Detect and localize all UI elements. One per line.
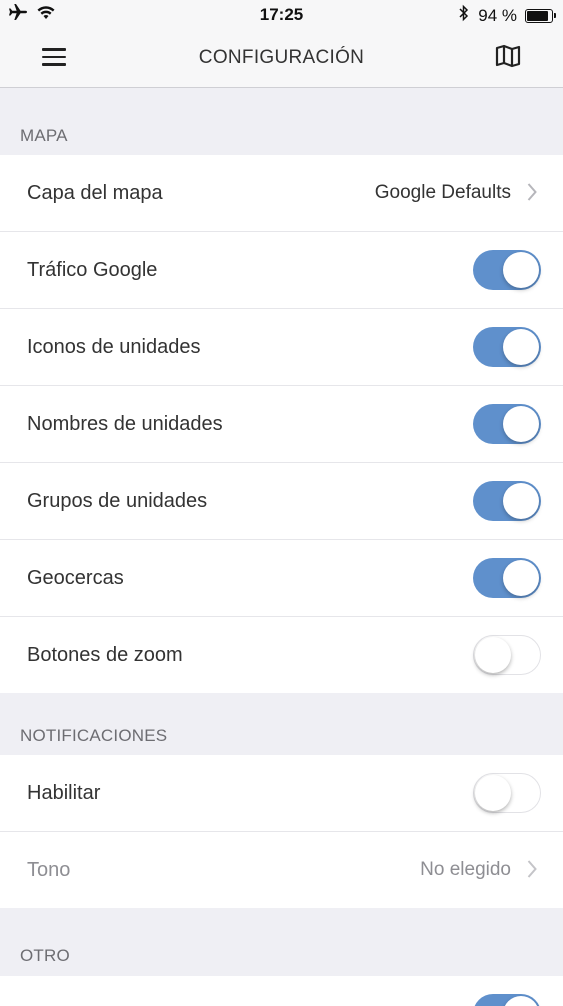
group-otro [0,976,563,1006]
row-unit-groups: Grupos de unidades [0,463,563,540]
unit-icons-label: Iconos de unidades [27,335,201,358]
navigation-bar: CONFIGURACIÓN [0,30,563,88]
geofences-toggle[interactable] [473,558,541,598]
unit-names-label: Nombres de unidades [27,412,223,435]
row-map-layer[interactable]: Capa del mapa Google Defaults [0,155,563,232]
bluetooth-icon [458,4,470,27]
chevron-right-icon [527,859,537,884]
group-mapa: Capa del mapa Google Defaults Tráfico Go… [0,155,563,693]
tone-label: Tono [27,858,71,881]
page-title: CONFIGURACIÓN [198,47,365,68]
battery-icon [525,8,556,23]
enable-label: Habilitar [27,781,101,804]
battery-text: 94 % [478,5,517,25]
unit-icons-toggle[interactable] [473,327,541,367]
group-notificaciones: Habilitar Tono No elegido [0,755,563,908]
zoom-buttons-toggle[interactable] [473,635,541,675]
row-tone[interactable]: Tono No elegido [0,832,563,908]
row-traffic: Tráfico Google [0,232,563,309]
map-icon[interactable] [495,44,521,73]
row-unit-icons: Iconos de unidades [0,309,563,386]
unit-groups-label: Grupos de unidades [27,489,208,512]
row-zoom-buttons: Botones de zoom [0,617,563,693]
enable-toggle[interactable] [473,773,541,813]
section-header-mapa: MAPA [20,126,68,145]
section-header-notificaciones: NOTIFICACIONES [20,726,168,745]
battery-fill [527,10,548,21]
traffic-label: Tráfico Google [27,258,158,281]
row-enable-notifications: Habilitar [0,755,563,832]
otro-toggle[interactable] [473,994,541,1006]
status-right: 94 % [458,4,556,27]
map-layer-value: Google Defaults [374,182,511,203]
map-layer-label: Capa del mapa [27,181,163,204]
zoom-buttons-label: Botones de zoom [27,643,183,666]
tone-value: No elegido [420,859,511,880]
row-otro-partial [0,976,563,1006]
unit-groups-toggle[interactable] [473,481,541,521]
unit-names-toggle[interactable] [473,404,541,444]
row-geofences: Geocercas [0,540,563,617]
chevron-right-icon [527,182,537,207]
section-header-otro: OTRO [20,946,70,965]
geofences-label: Geocercas [27,566,124,589]
status-bar: 17:25 94 % [0,0,563,30]
traffic-toggle[interactable] [473,250,541,290]
row-unit-names: Nombres de unidades [0,386,563,463]
